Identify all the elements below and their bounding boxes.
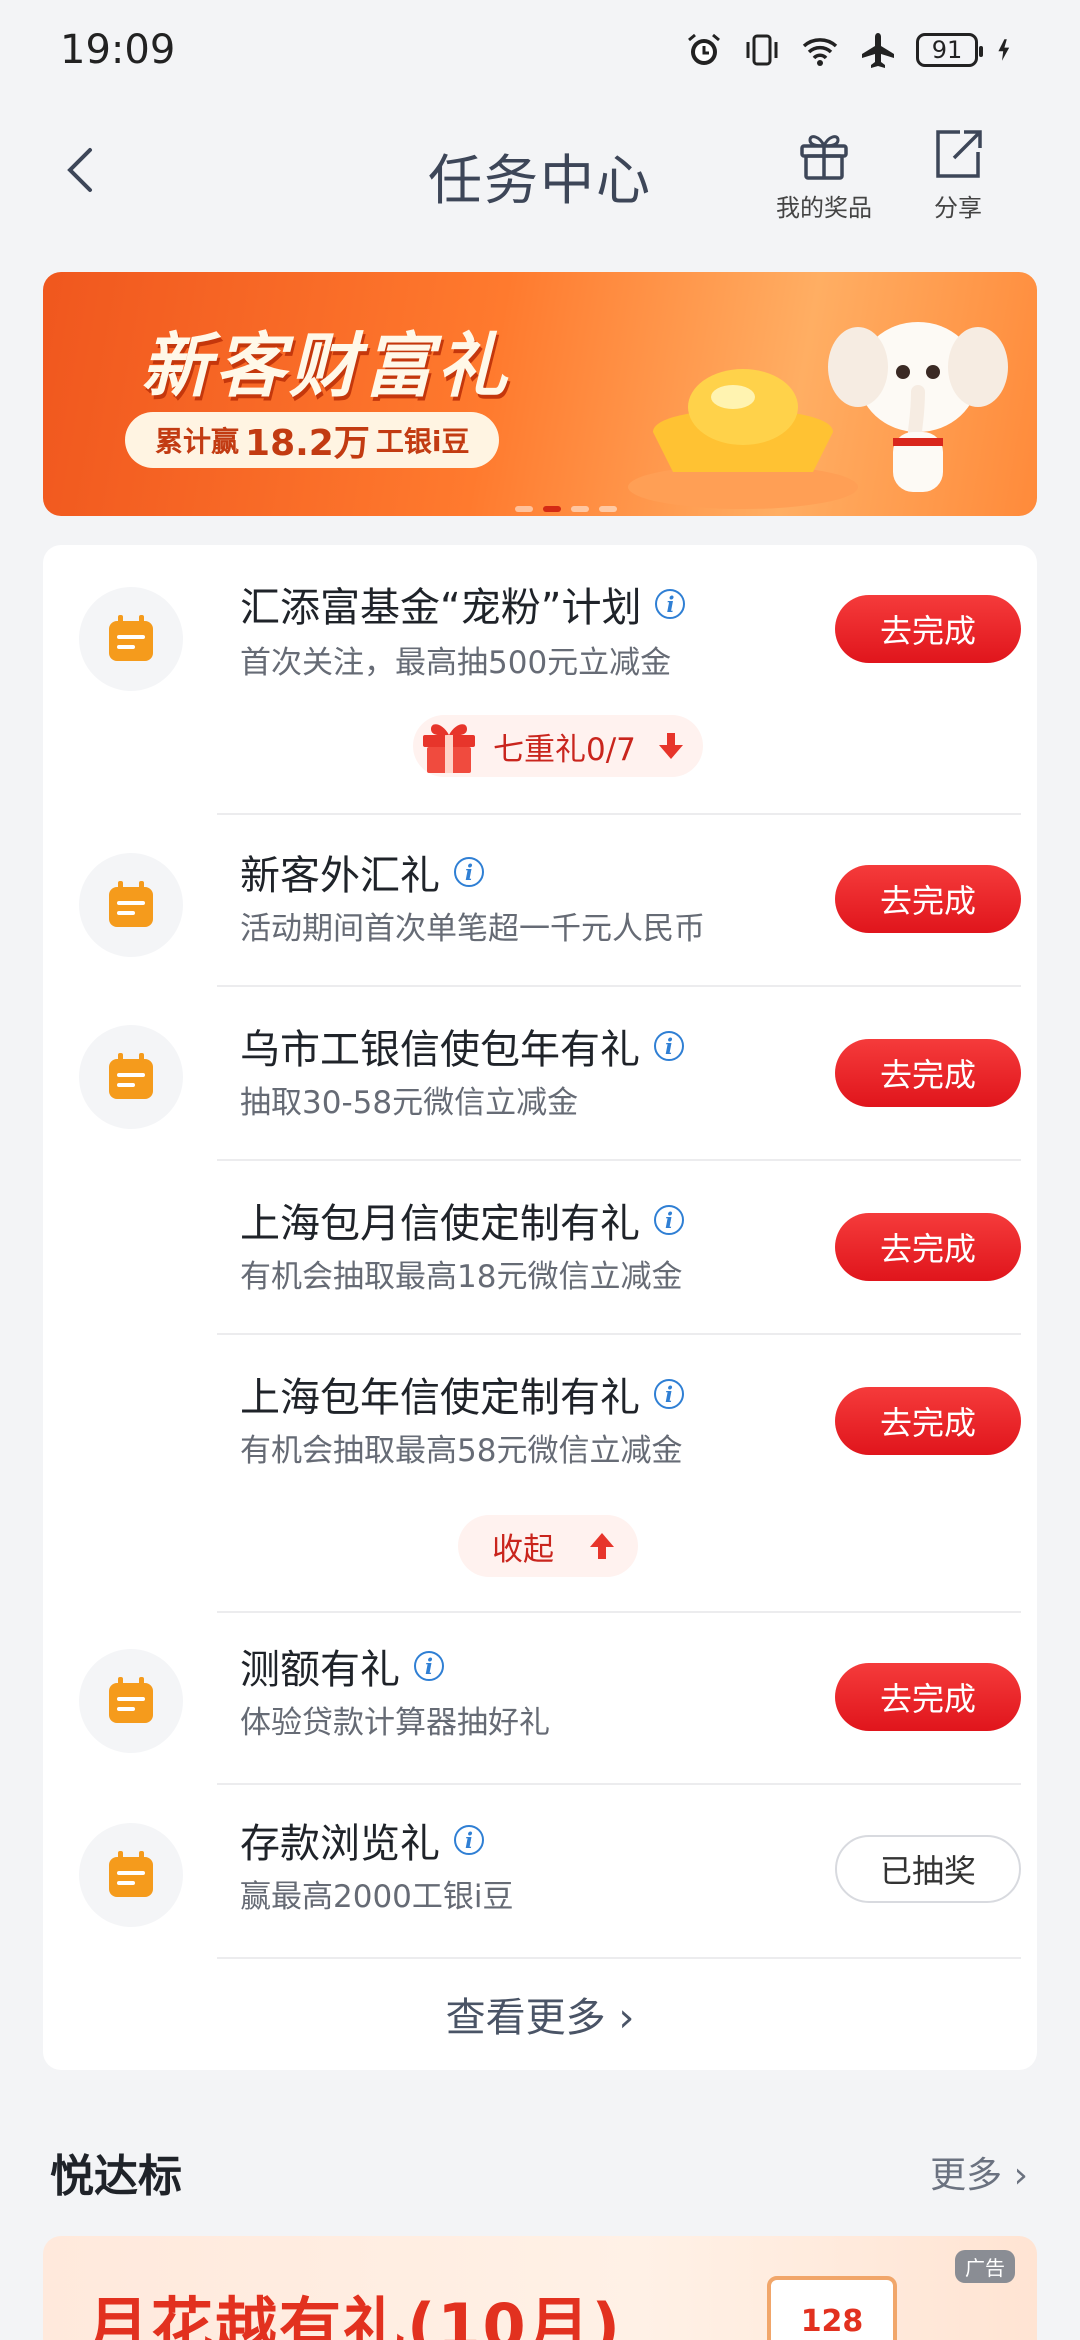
section-more-label: 更多 (930, 2155, 1003, 2196)
banner-dot[interactable] (599, 506, 617, 512)
info-icon[interactable]: i (654, 1205, 684, 1235)
task-name-text: 测额有礼 (240, 1647, 400, 1693)
task-name: 测额有礼 i (240, 1637, 444, 1695)
drawn-status-button[interactable]: 已抽奖 (835, 1835, 1021, 1903)
banner-title: 新客财富礼 (141, 325, 511, 407)
task-name-text: 存款浏览礼 (240, 1821, 440, 1867)
divider (217, 1333, 1021, 1335)
banner-pill-suffix: 工银i豆 (375, 425, 470, 458)
banner-reward-pill: 累计赢 18.2万 工银i豆 (125, 412, 500, 468)
see-more-link[interactable]: 查看更多 › (43, 1985, 1037, 2043)
status-bar: 19:09 91 (0, 0, 1080, 100)
gift-progress-label: 七重礼0/7 (493, 731, 636, 768)
ad-badge: 广告 (955, 2250, 1015, 2283)
task-desc: 抽取30-58元微信立减金 (240, 1085, 579, 1121)
task-name: 乌市工银信使包年有礼 i (240, 1017, 684, 1075)
info-icon[interactable]: i (454, 857, 484, 887)
share-label: 分享 (934, 194, 982, 222)
calendar-icon (79, 1649, 183, 1753)
banner-dot-active[interactable] (543, 506, 561, 512)
task-desc: 活动期间首次单笔超一千元人民币 (240, 911, 705, 947)
task-list-card: 汇添富基金“宠粉”计划 i 首次关注，最高抽500元立减金 去完成 七重礼0/7 … (43, 545, 1037, 2070)
collapse-button[interactable]: 收起 (458, 1515, 638, 1577)
promo-banner[interactable]: 新客财富礼 累计赢 18.2万 工银i豆 (43, 272, 1037, 516)
top-nav: 任务中心 我的奖品 分享 (0, 110, 1080, 230)
task-name: 新客外汇礼 i (240, 843, 484, 901)
complete-task-button[interactable]: 去完成 (835, 1387, 1021, 1455)
task-name: 上海包月信使定制有礼 i (240, 1191, 684, 1249)
page-title: 任务中心 (428, 149, 652, 212)
banner-dot[interactable] (515, 506, 533, 512)
airplane-icon (862, 33, 894, 68)
divider (217, 813, 1021, 815)
status-time: 19:09 (60, 27, 176, 73)
task-name: 存款浏览礼 i (240, 1811, 484, 1869)
complete-task-button[interactable]: 去完成 (835, 1213, 1021, 1281)
calendar-value: 128 (800, 2303, 864, 2339)
task-name: 上海包年信使定制有礼 i (240, 1365, 684, 1423)
ad-banner[interactable]: 月花越有礼(10月) 128 广告 (43, 2236, 1037, 2340)
complete-task-button[interactable]: 去完成 (835, 865, 1021, 933)
ad-banner-title: 月花越有礼(10月) (87, 2290, 622, 2340)
my-prizes-button[interactable]: 我的奖品 (776, 126, 872, 223)
elephant-mascot (828, 322, 1008, 492)
divider (217, 1611, 1021, 1613)
expand-down-icon (659, 733, 683, 759)
task-desc: 赢最高2000工银i豆 (240, 1879, 514, 1915)
complete-task-button[interactable]: 去完成 (835, 1663, 1021, 1731)
gift-box-icon (800, 135, 848, 180)
divider (217, 1159, 1021, 1161)
charging-icon (998, 39, 1010, 61)
info-icon[interactable]: i (654, 1379, 684, 1409)
info-icon[interactable]: i (454, 1825, 484, 1855)
banner-pill-prefix: 累计赢 (155, 425, 240, 458)
task-name: 汇添富基金“宠粉”计划 i (240, 575, 686, 633)
banner-pill-amount: 18.2万 (245, 423, 370, 464)
task-desc: 有机会抽取最高58元微信立减金 (240, 1433, 683, 1469)
calendar-icon (79, 1823, 183, 1927)
battery-indicator: 91 (916, 33, 983, 67)
divider (217, 1957, 1021, 1959)
share-icon (936, 130, 982, 178)
divider (217, 985, 1021, 987)
complete-task-button[interactable]: 去完成 (835, 1039, 1021, 1107)
gift-progress-pill[interactable]: 七重礼0/7 (413, 715, 703, 777)
chevron-right-icon: › (1002, 2155, 1028, 2196)
banner-dot[interactable] (571, 506, 589, 512)
divider (217, 1783, 1021, 1785)
section-title: 悦达标 (50, 2151, 182, 2202)
battery-level: 91 (931, 36, 963, 64)
task-desc: 体验贷款计算器抽好礼 (240, 1705, 550, 1741)
task-name-text: 乌市工银信使包年有礼 (240, 1027, 640, 1073)
task-desc: 首次关注，最高抽500元立减金 (240, 645, 672, 681)
task-name-text: 汇添富基金“宠粉”计划 (240, 585, 642, 631)
my-prizes-label: 我的奖品 (776, 194, 872, 222)
section-more-link[interactable]: 更多 › (930, 2146, 1028, 2198)
complete-task-button[interactable]: 去完成 (835, 595, 1021, 663)
info-icon[interactable]: i (654, 1031, 684, 1061)
info-icon[interactable]: i (414, 1651, 444, 1681)
alarm-icon (688, 33, 720, 65)
gift-icon (423, 724, 475, 773)
task-name-text: 上海包月信使定制有礼 (240, 1201, 640, 1247)
share-button[interactable]: 分享 (930, 126, 986, 223)
chevron-right-icon: › (605, 1995, 635, 2041)
wifi-icon (802, 38, 838, 66)
calendar-icon (79, 587, 183, 691)
calendar-icon (79, 1025, 183, 1129)
task-desc: 有机会抽取最高18元微信立减金 (240, 1259, 683, 1295)
collapse-up-icon (590, 1533, 614, 1559)
calendar-icon (79, 853, 183, 957)
calendar-graphic: 128 (767, 2276, 897, 2340)
vibrate-icon (746, 34, 778, 66)
collapse-label: 收起 (492, 1531, 554, 1568)
task-name-text: 上海包年信使定制有礼 (240, 1375, 640, 1421)
banner-pagination (515, 506, 617, 512)
see-more-label: 查看更多 (445, 1995, 606, 2041)
info-icon[interactable]: i (655, 589, 686, 619)
task-name-text: 新客外汇礼 (240, 853, 440, 899)
